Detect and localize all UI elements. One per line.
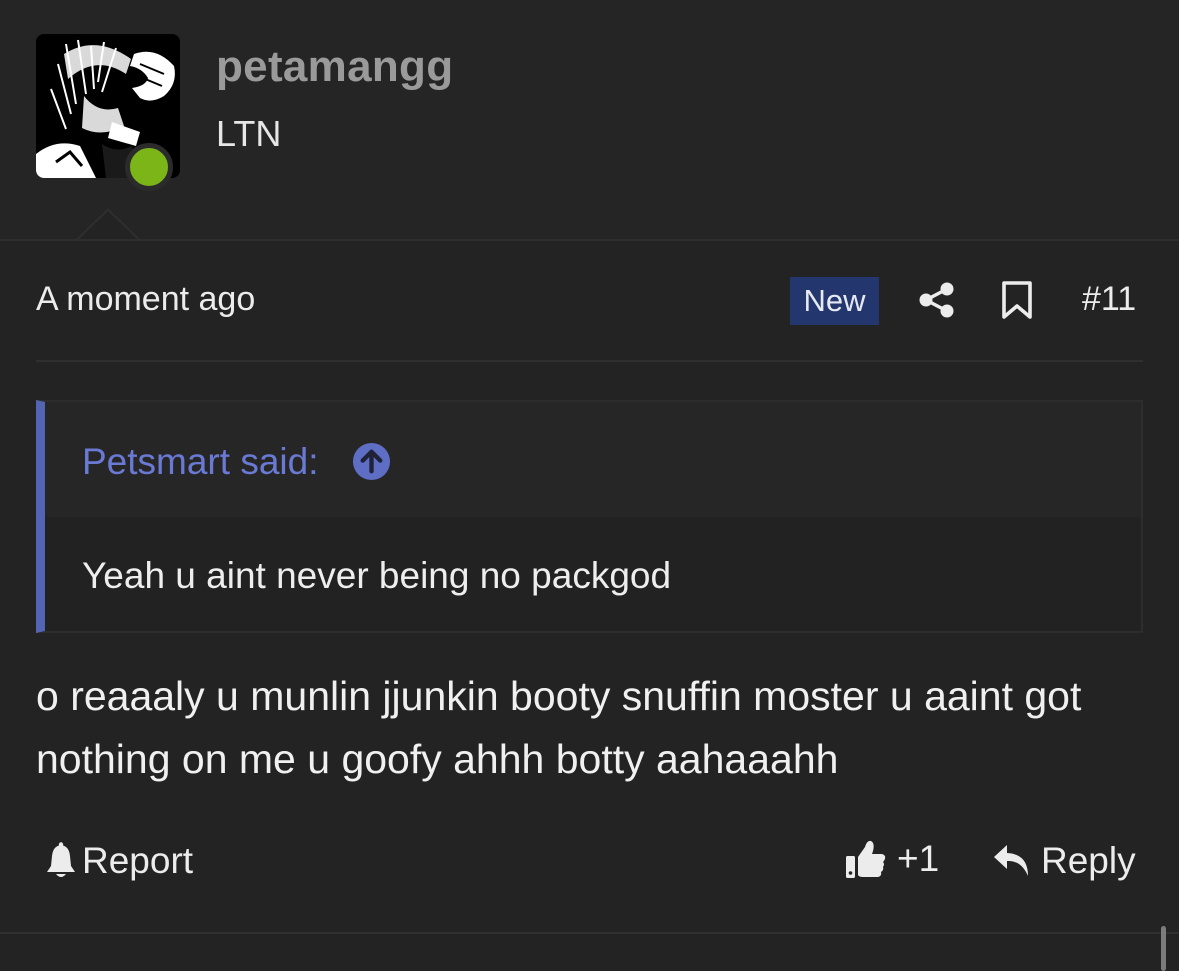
share-icon[interactable] <box>918 281 956 319</box>
post-message: o reaaaly u munlin jjunkin booty snuffin… <box>36 673 1082 782</box>
quote-block: Petsmart said: Yeah u aint never being n… <box>36 400 1143 633</box>
username[interactable]: petamangg <box>216 42 453 92</box>
post-timestamp[interactable]: A moment ago <box>36 280 255 319</box>
header-pointer <box>74 208 142 242</box>
quote-author-link[interactable]: Petsmart said: <box>82 441 318 483</box>
quote-header: Petsmart said: <box>45 402 1141 517</box>
bell-icon <box>47 842 75 877</box>
report-button[interactable]: Report <box>44 838 193 884</box>
forum-post: petamangg LTN A moment ago New #11 Petsm… <box>0 0 1179 971</box>
reply-label: Reply <box>1041 840 1136 881</box>
online-status-indicator <box>125 143 173 191</box>
post-user-header: petamangg LTN <box>0 0 1179 242</box>
meta-divider <box>36 360 1143 362</box>
like-count: +1 <box>897 838 940 879</box>
footer-divider <box>0 932 1179 934</box>
scrollbar-thumb[interactable] <box>1161 926 1166 971</box>
thumbs-up-icon <box>846 840 886 878</box>
user-title: LTN <box>216 113 282 154</box>
reply-arrow-icon <box>994 845 1028 876</box>
new-badge: New <box>790 277 879 325</box>
bookmark-icon[interactable] <box>1001 280 1033 320</box>
header-divider <box>0 239 1179 241</box>
report-label: Report <box>82 840 194 881</box>
like-button[interactable]: +1 <box>845 836 939 882</box>
reply-button[interactable]: Reply <box>993 838 1136 884</box>
post-number-link[interactable]: #11 <box>1082 280 1136 319</box>
quote-text: Yeah u aint never being no packgod <box>82 555 672 596</box>
go-to-quote-arrow-icon[interactable] <box>352 442 391 481</box>
